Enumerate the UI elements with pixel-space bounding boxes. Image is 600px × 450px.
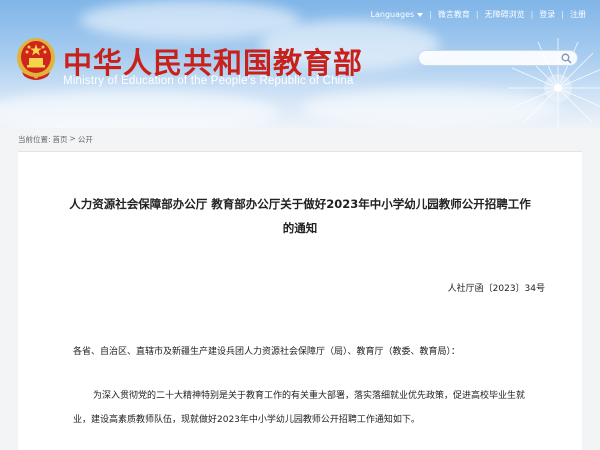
login-link[interactable]: 登录 (539, 9, 555, 20)
breadcrumb-public-link[interactable]: 公开 (78, 134, 93, 145)
languages-label: Languages (370, 10, 415, 19)
article-panel: 人力资源社会保障部办公厅 教育部办公厅关于做好2023年中小学幼儿园教师公开招聘… (18, 152, 582, 450)
body-paragraph-line1: 为深入贯彻党的二十大精神特别是关于教育工作的有关重大部署，落实落细就业优先政策，… (93, 391, 526, 401)
search-icon[interactable] (561, 53, 572, 64)
document-number: 人社厅函〔2023〕34号 (447, 284, 545, 294)
search-input[interactable] (419, 56, 571, 70)
accessibility-link[interactable]: 无障碍浏览 (485, 9, 525, 20)
national-emblem-icon[interactable] (16, 36, 56, 82)
top-links: Languages | 微言教育 | 无障碍浏览 | 登录 | 注册 (371, 9, 586, 20)
chevron-down-icon (417, 12, 424, 17)
search-box (418, 50, 578, 70)
separator: | (561, 10, 564, 19)
breadcrumb-separator: > (69, 134, 76, 143)
separator: | (530, 10, 534, 19)
article-title-line1: 人力资源社会保障部办公厅 教育部办公厅关于做好2023年中小学幼儿园教师公开招聘… (69, 197, 531, 211)
article-title-line2: 的通知 (282, 221, 318, 235)
recipients-text: 各省、自治区、直辖市及新疆生产建设兵团人力资源社会保障厅（局）、教育厅（教委、教… (73, 347, 461, 357)
languages-link[interactable]: Languages (371, 10, 424, 19)
separator: | (429, 10, 432, 19)
register-link[interactable]: 注册 (570, 9, 586, 20)
site-header: Languages | 微言教育 | 无障碍浏览 | 登录 | 注册 中华人民共… (0, 0, 600, 128)
separator: | (475, 10, 479, 19)
weiyan-link[interactable]: 微言教育 (438, 9, 470, 20)
breadcrumb-home-link[interactable]: 首页 (53, 134, 68, 145)
breadcrumb-label: 当前位置: (18, 135, 51, 144)
site-title-en: Ministry of Education of the People's Re… (63, 75, 354, 87)
breadcrumb: 当前位置: 首页 > 公开 (18, 134, 93, 145)
cloud-decoration (0, 90, 280, 128)
body-paragraph-line2: 业，建设高素质教师队伍，现就做好2023年中小学幼儿园教师公开招聘工作通知如下。 (73, 415, 420, 425)
dandelion-decoration (508, 38, 600, 128)
